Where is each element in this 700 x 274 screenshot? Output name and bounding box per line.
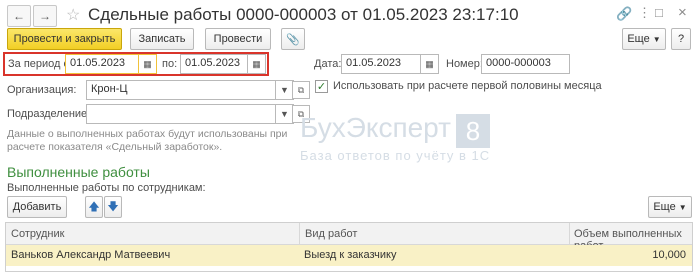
dropdown-icon: ▼ [678, 202, 687, 212]
period-from-field[interactable]: 01.05.2023 [65, 54, 139, 74]
link-icon[interactable]: 🔗 [616, 6, 632, 22]
more-actions-icon[interactable]: ⋮ [638, 5, 651, 21]
use-first-half-label: Использовать при расчете первой половины… [333, 80, 602, 92]
info-note: Данные о выполненных работах будут испол… [7, 128, 288, 153]
works-table: Сотрудник Вид работ Объем выполненных ра… [5, 222, 693, 272]
watermark-logo: БухЭксперт [300, 112, 451, 143]
table-more-label: Еще [653, 201, 676, 213]
calendar-icon[interactable]: ▦ [248, 54, 266, 74]
organization-label: Организация: [7, 84, 77, 96]
add-button[interactable]: Добавить [7, 196, 67, 218]
help-button[interactable]: ? [671, 28, 691, 50]
period-to-label: по: [162, 58, 178, 70]
move-down-button[interactable]: 🡇 [104, 196, 122, 218]
column-header-work-type-label: Вид работ [305, 228, 358, 240]
watermark-badge: 8 [456, 114, 490, 148]
dropdown-icon: ▼ [652, 34, 661, 44]
cell-volume: 10,000 [652, 249, 686, 261]
cell-employee: Ваньков Александр Матвеевич [11, 249, 171, 261]
post-button[interactable]: Провести [205, 28, 271, 50]
arrow-left-icon: ← [13, 9, 25, 23]
period-from-label: За период с: [8, 58, 73, 70]
organization-field[interactable]: Крон-Ц [86, 80, 276, 100]
more-button[interactable]: Еще ▼ [622, 28, 666, 50]
number-label: Номер: [446, 58, 483, 70]
period-to-field[interactable]: 01.05.2023 [180, 54, 248, 74]
column-header-volume[interactable]: Объем выполненных работ [569, 223, 692, 252]
calendar-icon[interactable]: ▦ [421, 54, 439, 74]
watermark-subtitle: База ответов по учёту в 1С [300, 148, 491, 163]
cell-work-type: Выезд к заказчику [304, 249, 397, 261]
favorite-star-icon[interactable]: ☆ [66, 5, 80, 25]
department-label: Подразделение: [7, 108, 91, 120]
use-first-half-checkbox[interactable]: ✓ [315, 80, 328, 93]
forward-button[interactable]: → [33, 5, 57, 27]
open-link-icon[interactable]: ⧉ [292, 81, 310, 99]
paperclip-icon: 📎 [286, 33, 300, 46]
arrow-down-icon: 🡇 [107, 200, 119, 213]
department-field[interactable] [86, 104, 276, 124]
post-and-close-button[interactable]: Провести и закрыть [7, 28, 122, 50]
table-header: Сотрудник Вид работ Объем выполненных ра… [6, 223, 692, 252]
table-more-button[interactable]: Еще ▼ [648, 196, 692, 218]
save-button[interactable]: Записать [130, 28, 194, 50]
works-subtitle: Выполненные работы по сотрудникам: [7, 182, 206, 194]
more-button-label: Еще [627, 33, 650, 45]
maximize-icon[interactable]: □ [655, 5, 663, 20]
window-title: Сдельные работы 0000-000003 от 01.05.202… [88, 5, 519, 24]
works-section-title: Выполненные работы [7, 164, 150, 180]
arrow-up-icon: 🡅 [88, 200, 100, 213]
move-up-button[interactable]: 🡅 [85, 196, 103, 218]
column-header-work-type[interactable]: Вид работ [299, 223, 569, 245]
checkmark-icon: ✓ [316, 81, 327, 93]
date-field[interactable]: 01.05.2023 [341, 54, 421, 74]
number-field[interactable]: 0000-000003 [481, 54, 570, 74]
back-button[interactable]: ← [7, 5, 31, 27]
arrow-right-icon: → [39, 9, 51, 23]
attach-button[interactable]: 📎 [281, 28, 305, 50]
close-icon[interactable]: × [678, 4, 687, 21]
column-header-employee[interactable]: Сотрудник [11, 228, 64, 240]
calendar-icon[interactable]: ▦ [139, 54, 157, 74]
table-row[interactable]: Ваньков Александр Матвеевич Выезд к зака… [6, 245, 692, 266]
date-label: Дата: [314, 58, 342, 70]
